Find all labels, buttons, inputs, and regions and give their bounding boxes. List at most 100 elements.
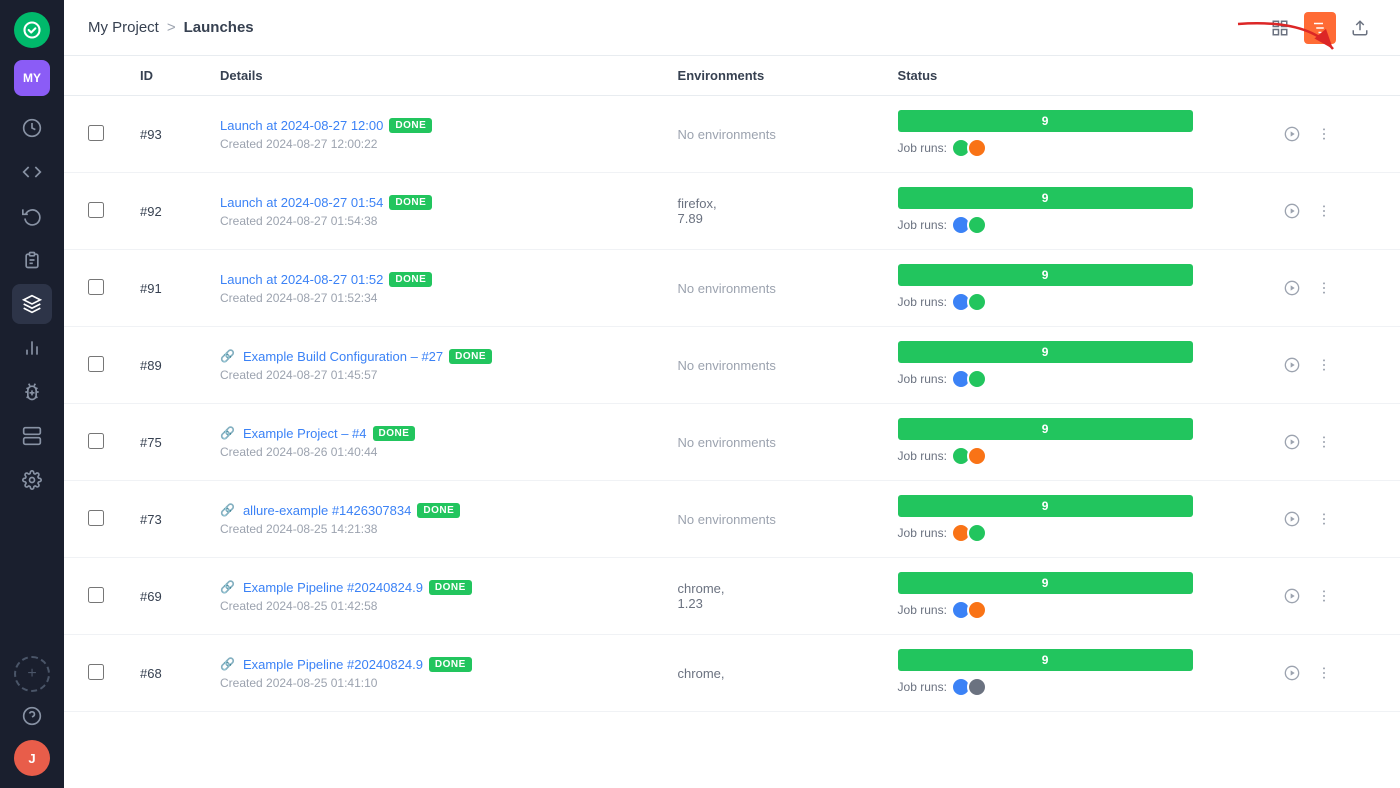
- row-checkbox[interactable]: [88, 202, 104, 218]
- sidebar-item-launches[interactable]: [12, 284, 52, 324]
- row-id-cell: #73: [124, 481, 204, 558]
- row-status-cell: 9 Job runs:: [882, 327, 1262, 404]
- breadcrumb-project[interactable]: My Project: [88, 19, 159, 36]
- more-button[interactable]: [1310, 659, 1338, 687]
- row-checkbox[interactable]: [88, 510, 104, 526]
- table-row: #92 Launch at 2024-08-27 01:54 DONE Crea…: [64, 173, 1400, 250]
- job-avatar: [967, 600, 987, 620]
- play-icon: [1284, 357, 1300, 373]
- progress-bar: 9: [898, 110, 1193, 132]
- row-env-cell: No environments: [662, 404, 882, 481]
- more-button[interactable]: [1310, 120, 1338, 148]
- play-button[interactable]: [1278, 659, 1306, 687]
- sidebar-item-storage[interactable]: [12, 416, 52, 456]
- launch-created: Created 2024-08-25 01:41:10: [220, 676, 646, 690]
- progress-bar: 9: [898, 649, 1193, 671]
- sidebar-item-bug[interactable]: [12, 372, 52, 412]
- launch-link[interactable]: Example Project – #4: [243, 426, 367, 441]
- job-runs-label: Job runs:: [898, 141, 947, 155]
- launches-table-container[interactable]: ID Details Environments Status #93 Launc…: [64, 56, 1400, 788]
- row-actions: [1278, 428, 1384, 456]
- environment-value: chrome,: [678, 666, 725, 681]
- launch-created: Created 2024-08-27 01:52:34: [220, 291, 646, 305]
- sidebar: MY + J: [0, 0, 64, 788]
- row-actions-cell: [1262, 327, 1400, 404]
- more-button[interactable]: [1310, 274, 1338, 302]
- row-checkbox[interactable]: [88, 433, 104, 449]
- play-button[interactable]: [1278, 505, 1306, 533]
- grid-icon: [1271, 19, 1289, 37]
- environment-value: No environments: [678, 127, 776, 142]
- sidebar-item-clipboard[interactable]: [12, 240, 52, 280]
- launch-link[interactable]: Example Pipeline #20240824.9: [243, 657, 423, 672]
- row-actions-cell: [1262, 635, 1400, 712]
- row-checkbox[interactable]: [88, 279, 104, 295]
- row-env-cell: No environments: [662, 250, 882, 327]
- page-header: My Project > Launches: [64, 0, 1400, 56]
- table-row: #91 Launch at 2024-08-27 01:52 DONE Crea…: [64, 250, 1400, 327]
- row-details-cell: 🔗 allure-example #1426307834 DONE Create…: [204, 481, 662, 558]
- more-button[interactable]: [1310, 582, 1338, 610]
- add-button[interactable]: +: [14, 656, 50, 692]
- row-checkbox-cell: [64, 173, 124, 250]
- status-badge: DONE: [389, 195, 432, 210]
- row-actions-cell: [1262, 481, 1400, 558]
- more-icon: [1316, 203, 1332, 219]
- row-env-cell: firefox,7.89: [662, 173, 882, 250]
- more-button[interactable]: [1310, 351, 1338, 379]
- sidebar-item-charts[interactable]: [12, 328, 52, 368]
- row-actions: [1278, 659, 1384, 687]
- progress-bar: 9: [898, 264, 1193, 286]
- col-status-header: Status: [882, 56, 1262, 96]
- sidebar-item-help[interactable]: [12, 696, 52, 736]
- play-icon: [1284, 588, 1300, 604]
- job-avatar: [967, 446, 987, 466]
- workspace-avatar[interactable]: MY: [14, 60, 50, 96]
- job-runs-row: Job runs:: [898, 446, 1246, 466]
- job-runs-row: Job runs:: [898, 138, 1246, 158]
- row-checkbox[interactable]: [88, 587, 104, 603]
- sidebar-item-dashboard[interactable]: [12, 108, 52, 148]
- col-id-header: ID: [124, 56, 204, 96]
- row-actions: [1278, 351, 1384, 379]
- row-checkbox[interactable]: [88, 125, 104, 141]
- row-checkbox-cell: [64, 327, 124, 404]
- row-id-cell: #92: [124, 173, 204, 250]
- launch-link[interactable]: Example Pipeline #20240824.9: [243, 580, 423, 595]
- progress-bar-label: 9: [1042, 268, 1049, 282]
- launch-link[interactable]: Launch at 2024-08-27 12:00: [220, 118, 383, 133]
- filter-button[interactable]: [1304, 12, 1336, 44]
- play-button[interactable]: [1278, 274, 1306, 302]
- launch-link[interactable]: Launch at 2024-08-27 01:52: [220, 272, 383, 287]
- more-icon: [1316, 434, 1332, 450]
- more-button[interactable]: [1310, 197, 1338, 225]
- play-button[interactable]: [1278, 351, 1306, 379]
- more-icon: [1316, 357, 1332, 373]
- launch-link[interactable]: Launch at 2024-08-27 01:54: [220, 195, 383, 210]
- upload-button[interactable]: [1344, 12, 1376, 44]
- row-checkbox[interactable]: [88, 664, 104, 680]
- more-button[interactable]: [1310, 505, 1338, 533]
- app-logo[interactable]: [14, 12, 50, 48]
- grid-view-button[interactable]: [1264, 12, 1296, 44]
- play-button[interactable]: [1278, 582, 1306, 610]
- row-id-cell: #93: [124, 96, 204, 173]
- sidebar-item-refresh[interactable]: [12, 196, 52, 236]
- user-avatar[interactable]: J: [14, 740, 50, 776]
- launch-link[interactable]: allure-example #1426307834: [243, 503, 411, 518]
- breadcrumb-separator: >: [167, 19, 176, 36]
- row-details-cell: 🔗 Example Pipeline #20240824.9 DONE Crea…: [204, 558, 662, 635]
- play-button[interactable]: [1278, 120, 1306, 148]
- play-button[interactable]: [1278, 197, 1306, 225]
- row-checkbox[interactable]: [88, 356, 104, 372]
- sidebar-item-settings[interactable]: [12, 460, 52, 500]
- sidebar-item-code[interactable]: [12, 152, 52, 192]
- launch-link[interactable]: Example Build Configuration – #27: [243, 349, 443, 364]
- play-button[interactable]: [1278, 428, 1306, 456]
- main-content: My Project > Launches: [64, 0, 1400, 788]
- launches-table: ID Details Environments Status #93 Launc…: [64, 56, 1400, 712]
- job-avatar: [967, 369, 987, 389]
- more-button[interactable]: [1310, 428, 1338, 456]
- row-checkbox-cell: [64, 96, 124, 173]
- row-details-cell: 🔗 Example Project – #4 DONE Created 2024…: [204, 404, 662, 481]
